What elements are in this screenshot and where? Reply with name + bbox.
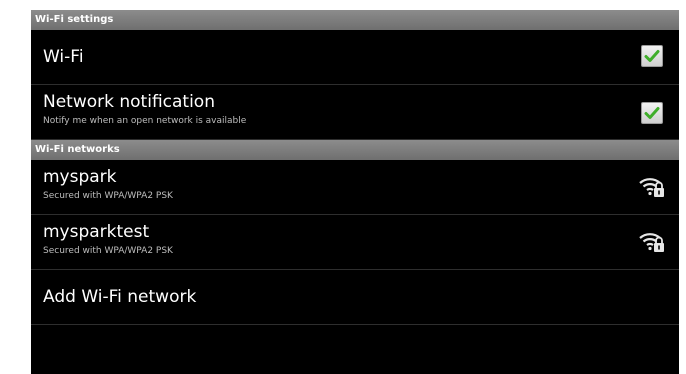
network-notification-checkbox[interactable]	[641, 102, 663, 124]
network-row-myspark[interactable]: myspark Secured with WPA/WPA2 PSK	[31, 160, 679, 215]
checkmark-icon	[644, 50, 660, 62]
network-security: Secured with WPA/WPA2 PSK	[43, 246, 173, 256]
checkmark-icon	[644, 107, 660, 119]
wifi-checkbox[interactable]	[641, 45, 663, 67]
network-notification-row[interactable]: Network notification Notify me when an o…	[31, 85, 679, 140]
wifi-toggle-row[interactable]: Wi-Fi	[31, 30, 679, 85]
network-row-mysparktest[interactable]: mysparktest Secured with WPA/WPA2 PSK	[31, 215, 679, 270]
empty-area	[31, 325, 679, 374]
wifi-lock-icon	[639, 178, 664, 197]
section-header-wifi-networks: Wi-Fi networks	[31, 140, 679, 160]
network-notification-summary: Notify me when an open network is availa…	[43, 116, 247, 126]
wifi-toggle-label: Wi-Fi	[43, 47, 84, 67]
network-security: Secured with WPA/WPA2 PSK	[43, 191, 173, 201]
wifi-settings-screen: Wi-Fi settings Wi-Fi Network notificatio…	[31, 10, 679, 374]
network-notification-label: Network notification	[43, 92, 215, 112]
section-header-wifi-settings: Wi-Fi settings	[31, 10, 679, 30]
network-ssid: myspark	[43, 167, 117, 187]
wifi-lock-icon	[639, 233, 664, 252]
add-wifi-network-row[interactable]: Add Wi-Fi network	[31, 270, 679, 325]
network-ssid: mysparktest	[43, 222, 150, 242]
add-wifi-network-label: Add Wi-Fi network	[43, 287, 197, 307]
